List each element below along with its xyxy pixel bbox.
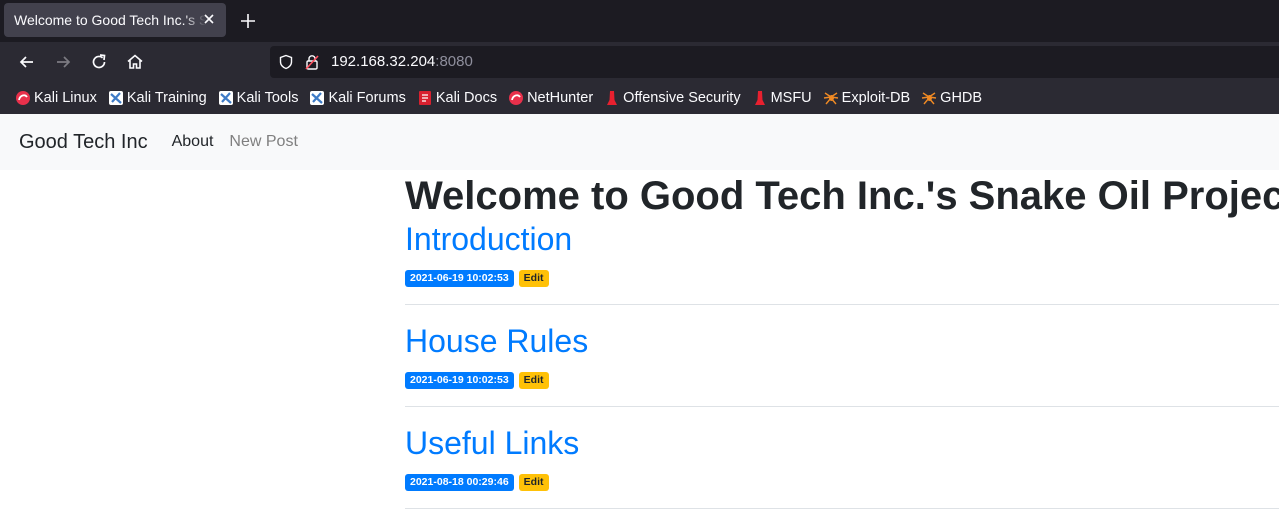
msfu-icon (754, 91, 765, 105)
bookmark-label: Exploit-DB (841, 90, 911, 106)
url-host: 192.168.32.204 (331, 53, 436, 70)
reload-icon[interactable] (89, 52, 109, 72)
post-meta: 2021-06-19 10:02:53 Edit (405, 372, 1279, 389)
bookmark-label: GHDB (940, 90, 983, 106)
bookmark-offensive-security[interactable]: Offensive Security (604, 90, 741, 106)
bookmark-kali-training[interactable]: Kali Training (108, 90, 207, 106)
kali-dragon-icon (16, 91, 30, 105)
active-tab[interactable]: Welcome to Good Tech Inc.'s Snake Oil Pr… (4, 3, 226, 37)
date-badge: 2021-06-19 10:02:53 (405, 270, 514, 287)
post-meta: 2021-06-19 10:02:53 Edit (405, 270, 1279, 287)
bookmark-label: MSFU (770, 90, 812, 106)
post-title-link[interactable]: Useful Links (405, 424, 1279, 462)
site-navbar: Good Tech Inc About New Post (0, 114, 1279, 170)
exploit-db-icon (823, 92, 838, 105)
nethunter-icon (509, 91, 524, 105)
bookmark-ghdb[interactable]: GHDB (921, 90, 982, 106)
edit-badge[interactable]: Edit (518, 270, 549, 287)
bookmark-label: Kali Training (126, 90, 207, 106)
forward-arrow-icon[interactable] (53, 52, 73, 72)
date-badge: 2021-08-18 00:29:46 (405, 474, 514, 491)
kali-forums-icon (310, 91, 325, 105)
main-content: Welcome to Good Tech Inc.'s Snake Oil Pr… (405, 170, 1279, 509)
nav-about[interactable]: About (172, 133, 214, 151)
post-title-link[interactable]: Introduction (405, 220, 1279, 258)
address-bar[interactable]: 192.168.32.204:8080 (270, 46, 1279, 78)
bookmark-kali-tools[interactable]: Kali Tools (218, 90, 299, 106)
tracking-shield-icon[interactable] (278, 54, 294, 70)
ghdb-icon (922, 92, 937, 105)
bookmark-kali-linux[interactable]: Kali Linux (15, 90, 97, 106)
nav-new-post[interactable]: New Post (229, 133, 297, 151)
tab-strip: Welcome to Good Tech Inc.'s Snake Oil Pr… (0, 0, 1279, 42)
post-item: House Rules 2021-06-19 10:02:53 Edit (405, 322, 1279, 407)
bookmark-label: Offensive Security (623, 90, 741, 106)
bookmark-kali-docs[interactable]: Kali Docs (417, 90, 497, 106)
tab-title: Welcome to Good Tech Inc.'s Snake Oil Pr… (14, 12, 206, 28)
url-port: :8080 (435, 53, 473, 70)
post-item: Useful Links 2021-08-18 00:29:46 Edit (405, 424, 1279, 509)
bookmark-kali-forums[interactable]: Kali Forums (309, 90, 406, 106)
site-brand[interactable]: Good Tech Inc (19, 131, 148, 154)
kali-docs-icon (418, 91, 431, 105)
bookmark-msfu[interactable]: MSFU (752, 90, 812, 106)
close-tab-icon[interactable] (202, 12, 216, 26)
new-tab-icon[interactable] (238, 11, 258, 31)
back-arrow-icon[interactable] (17, 52, 37, 72)
post-item: Introduction 2021-06-19 10:02:53 Edit (405, 220, 1279, 305)
kali-tools-icon (218, 91, 233, 105)
bookmarks-toolbar: Kali Linux Kali Training Kali Tools Kali… (0, 82, 1279, 114)
edit-badge[interactable]: Edit (518, 474, 549, 491)
url-text[interactable]: 192.168.32.204:8080 (331, 53, 473, 70)
edit-badge[interactable]: Edit (518, 372, 549, 389)
bookmark-label: Kali Linux (34, 90, 97, 106)
home-icon[interactable] (125, 52, 145, 72)
post-title-link[interactable]: House Rules (405, 322, 1279, 360)
post-meta: 2021-08-18 00:29:46 Edit (405, 474, 1279, 491)
bookmark-nethunter[interactable]: NetHunter (508, 90, 593, 106)
page-title: Welcome to Good Tech Inc.'s Snake Oil Pr… (405, 174, 1279, 218)
insecure-lock-icon[interactable] (305, 54, 319, 70)
bookmark-label: Kali Forums (328, 90, 406, 106)
browser-toolbar: 192.168.32.204:8080 (0, 42, 1279, 82)
kali-training-icon (108, 91, 123, 105)
offsec-icon (607, 91, 618, 105)
bookmark-label: NetHunter (527, 90, 594, 106)
bookmark-label: Kali Docs (435, 90, 498, 106)
bookmark-exploit-db[interactable]: Exploit-DB (823, 90, 911, 106)
date-badge: 2021-06-19 10:02:53 (405, 372, 514, 389)
bookmark-label: Kali Tools (236, 90, 299, 106)
